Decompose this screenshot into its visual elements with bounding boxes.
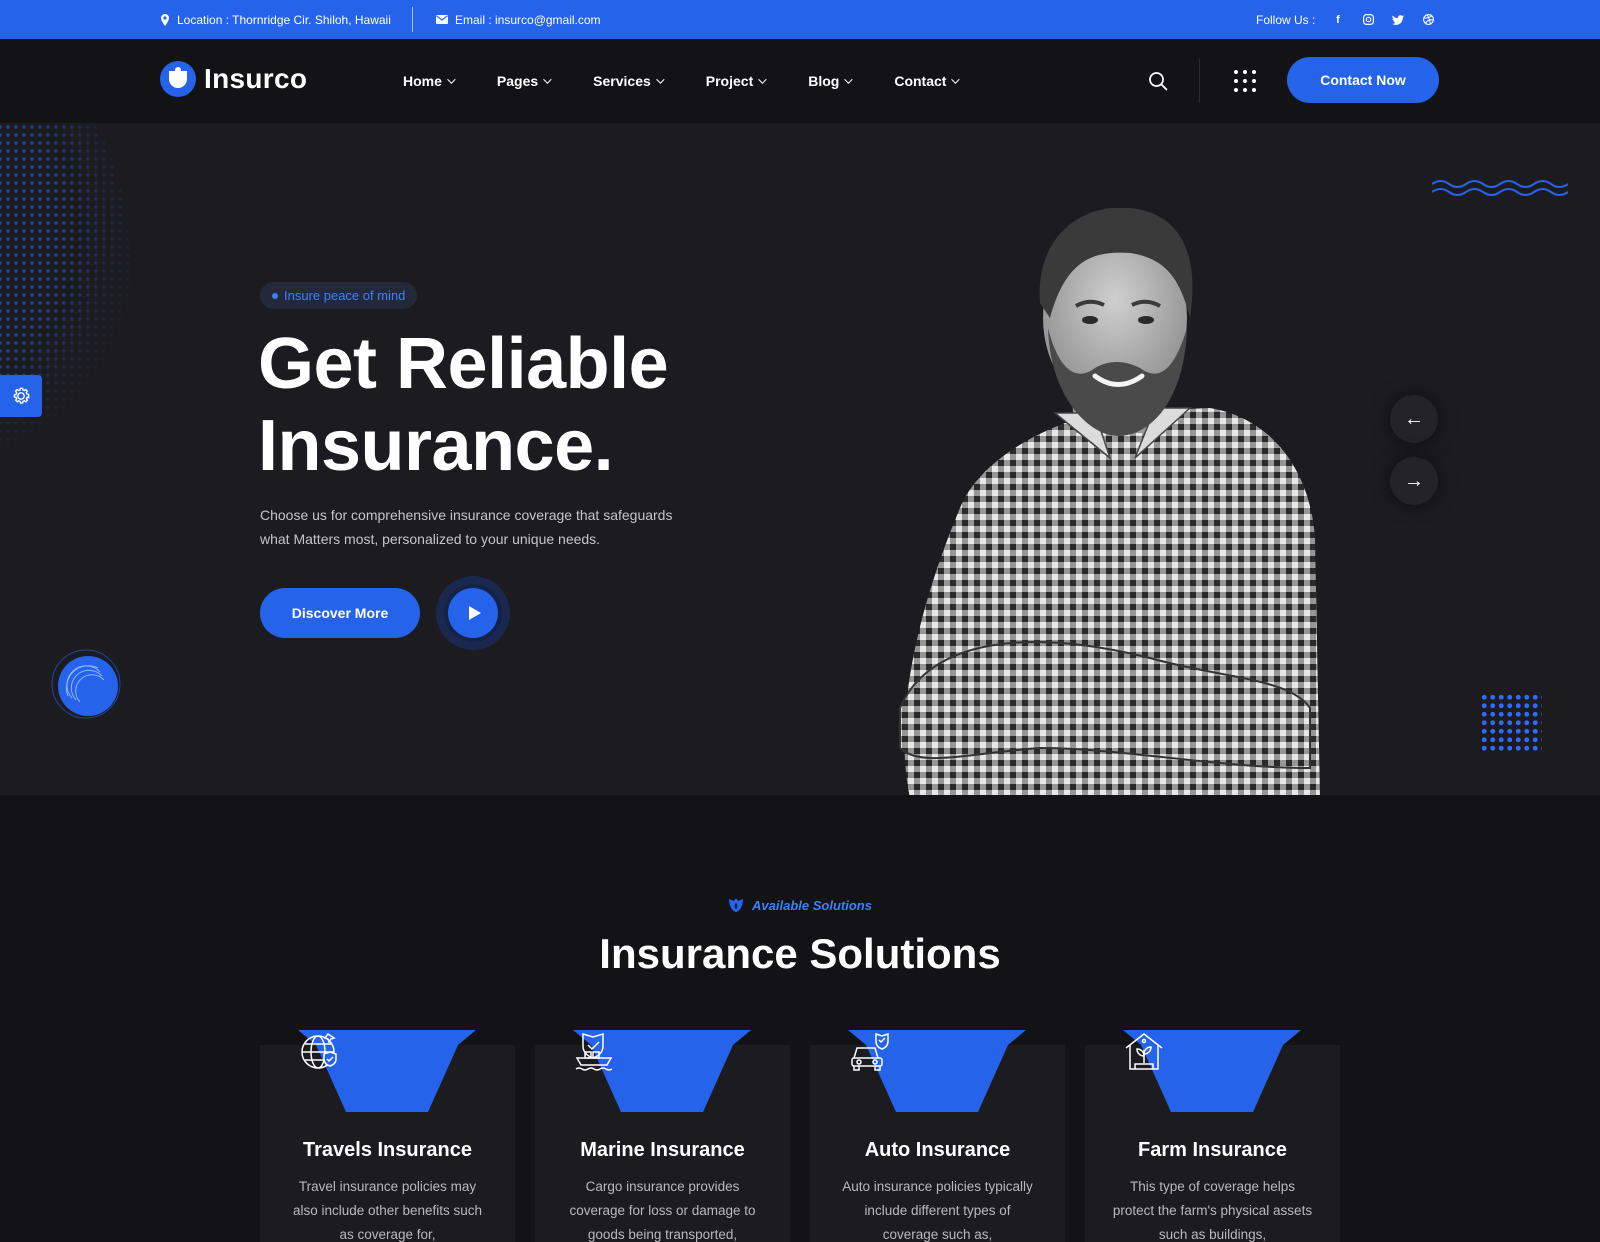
chevron-down-icon [447, 75, 456, 84]
hero-section: Insure peace of mind Get Reliable Insura… [0, 123, 1600, 795]
nav-label: Pages [496, 73, 539, 89]
card-icon-tab [1123, 1030, 1301, 1112]
radar-decoration [51, 649, 121, 719]
social-links: f [1332, 0, 1434, 39]
chevron-down-icon [951, 75, 961, 84]
main-header: Insurco Home Pages Services Project Blog… [0, 39, 1600, 123]
hero-person-image [899, 208, 1320, 795]
contact-now-button[interactable]: Contact Now [1287, 57, 1439, 103]
farm-house-icon [1125, 1033, 1163, 1070]
hero-title-line: Get Reliable [258, 324, 669, 404]
nav-item-project[interactable]: Project [705, 73, 767, 89]
card-text: Cargo insurance provides coverage for lo… [569, 1179, 756, 1242]
card-icon-tab [573, 1030, 751, 1112]
card-text: Travel insurance policies may also inclu… [292, 1179, 483, 1242]
envelope-icon [436, 15, 448, 24]
card-title: Marine Insurance [580, 1139, 745, 1161]
solution-card-travels[interactable]: Travels Insurance Travel insurance polic… [260, 1030, 515, 1242]
car-shield-icon [851, 1032, 889, 1071]
chevron-down-icon [543, 75, 552, 84]
location-text: Location : Thornridge Cir. Shiloh, Hawai… [177, 12, 391, 27]
nav-label: Blog [808, 73, 840, 89]
top-bar: Location : Thornridge Cir. Shiloh, Hawai… [0, 0, 1600, 39]
header-divider [1199, 59, 1200, 103]
hero-description: Choose us for comprehensive insurance co… [260, 507, 673, 547]
nav-label: Services [593, 73, 651, 89]
site-logo[interactable]: Insurco [160, 61, 307, 97]
chevron-down-icon [655, 75, 665, 84]
settings-toggle[interactable] [0, 375, 42, 417]
nav-item-home[interactable]: Home [403, 73, 456, 89]
solution-card-auto[interactable]: Auto Insurance Auto insurance policies t… [810, 1030, 1065, 1242]
map-pin-icon [161, 13, 169, 26]
chevron-down-icon [758, 75, 767, 84]
card-icon-tab [848, 1030, 1026, 1112]
chevron-down-icon [844, 75, 854, 84]
location-info: Location : Thornridge Cir. Shiloh, Hawai… [160, 0, 391, 39]
section-title: Insurance Solutions [599, 930, 1001, 977]
play-icon [448, 588, 498, 638]
solution-card-farm[interactable]: Farm Insurance This type of coverage hel… [1085, 1030, 1340, 1242]
instagram-icon[interactable] [1362, 14, 1374, 26]
email-info[interactable]: Email : insurco@gmail.com [436, 0, 601, 39]
nav-item-contact[interactable]: Contact [894, 73, 961, 89]
nav-item-services[interactable]: Services [593, 73, 665, 89]
eyebrow-text: Available Solutions [752, 897, 872, 913]
topbar-divider [412, 7, 413, 32]
hero-title-line: Insurance. [258, 406, 614, 486]
wave-decoration [1432, 180, 1568, 196]
shield-leaf-icon [729, 898, 744, 912]
twitter-icon[interactable] [1392, 14, 1404, 26]
email-text[interactable]: Email : insurco@gmail.com [455, 13, 601, 27]
nav-label: Contact [894, 73, 947, 89]
card-text: Auto insurance policies typically includ… [842, 1179, 1033, 1242]
nav-label: Project [705, 73, 754, 89]
logo-icon [160, 61, 196, 97]
globe-shield-icon [301, 1032, 337, 1069]
nav-label: Home [403, 73, 442, 89]
nav-item-pages[interactable]: Pages [496, 73, 552, 89]
hero-badge: Insure peace of mind [260, 282, 418, 309]
video-play-button[interactable] [436, 576, 510, 650]
hero-title: Get Reliable Insurance. [258, 323, 669, 487]
ship-shield-icon [575, 1032, 613, 1071]
card-title: Farm Insurance [1138, 1139, 1287, 1161]
dribbble-icon[interactable] [1422, 14, 1434, 26]
card-title: Travels Insurance [303, 1139, 472, 1161]
search-icon[interactable] [1148, 71, 1168, 91]
card-icon-tab [298, 1030, 476, 1112]
next-slide-button[interactable]: → [1390, 457, 1438, 505]
solution-cards: Travels Insurance Travel insurance polic… [260, 1030, 1340, 1242]
prev-slide-button[interactable]: ← [1390, 395, 1438, 443]
solution-card-marine[interactable]: Marine Insurance Cargo insurance provide… [535, 1030, 790, 1242]
facebook-icon[interactable]: f [1332, 14, 1344, 26]
follow-label: Follow Us : [1256, 12, 1316, 27]
dot-grid-decoration [1480, 693, 1542, 753]
nav-item-blog[interactable]: Blog [808, 73, 854, 89]
discover-more-button[interactable]: Discover More [260, 588, 420, 638]
menu-grid-icon[interactable] [1234, 70, 1256, 92]
card-title: Auto Insurance [864, 1139, 1011, 1161]
main-nav: Home Pages Services Project Blog Contact [403, 39, 1001, 123]
card-text: This type of coverage helps protect the … [1112, 1179, 1313, 1242]
section-eyebrow: Available Solutions [0, 897, 1600, 913]
gear-icon [13, 387, 30, 404]
logo-text: Insurco [204, 63, 308, 94]
